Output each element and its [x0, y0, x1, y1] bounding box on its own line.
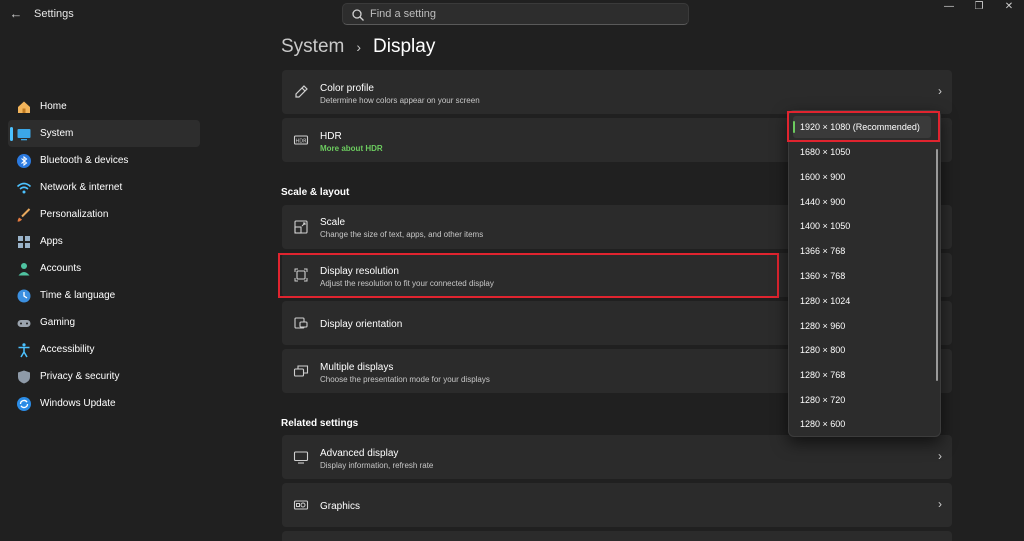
multiple-displays-icon	[293, 365, 309, 377]
search-box[interactable]	[342, 3, 689, 25]
page-title: Display	[373, 36, 436, 57]
wifi-icon	[16, 182, 32, 193]
sidebar-item-label: Privacy & security	[40, 371, 120, 382]
minimize-icon[interactable]: —	[934, 0, 964, 14]
search-input[interactable]	[370, 6, 670, 22]
card-title: HDR	[320, 131, 342, 142]
graphics-card-icon	[293, 500, 309, 510]
app-title: Settings	[34, 8, 74, 20]
resolution-option[interactable]: 1280 × 1024	[793, 290, 931, 312]
sidebar-item-label: Time & language	[40, 290, 116, 301]
title-bar: ← Settings — ❐ ✕	[0, 0, 1024, 30]
chevron-right-icon: ›	[938, 84, 942, 98]
section-title-scale-layout: Scale & layout	[281, 187, 350, 198]
card-title: Multiple displays	[320, 362, 394, 373]
highlight-recommended-resolution	[787, 111, 940, 142]
sidebar-item-label: Gaming	[40, 317, 76, 328]
globe-clock-icon	[17, 289, 31, 302]
resolution-option[interactable]: 1280 × 768	[793, 364, 931, 386]
sidebar-item-bluetooth[interactable]: Bluetooth & devices	[8, 147, 200, 174]
card-title: Advanced display	[320, 448, 399, 459]
breadcrumb-separator: ›	[356, 39, 362, 55]
sidebar-item-accounts[interactable]: Accounts	[8, 255, 200, 282]
sidebar-item-label: Home	[40, 101, 67, 112]
sidebar-item-label: System	[40, 128, 74, 139]
sidebar-item-network[interactable]: Network & internet	[8, 174, 200, 201]
resolution-option[interactable]: 1280 × 720	[793, 389, 931, 411]
shield-icon	[18, 370, 30, 383]
resolution-option[interactable]: 1360 × 768	[793, 265, 931, 287]
orientation-icon	[294, 317, 308, 329]
svg-text:HDR: HDR	[295, 138, 307, 144]
sidebar-item-label: Apps	[40, 236, 63, 247]
person-icon	[18, 262, 30, 275]
brush-icon	[17, 207, 31, 222]
search-icon	[352, 9, 364, 21]
sidebar-item-system[interactable]: System	[8, 120, 200, 147]
sidebar-item-label: Personalization	[40, 209, 109, 220]
system-icon	[17, 128, 31, 140]
hdr-icon: HDR	[293, 135, 309, 145]
more-about-hdr-link[interactable]: More about HDR	[320, 144, 383, 153]
color-profile-card[interactable]: Color profile Determine how colors appea…	[282, 70, 952, 114]
sidebar-item-windows-update[interactable]: Windows Update	[8, 390, 200, 417]
resolution-option[interactable]: 1280 × 600	[793, 413, 931, 435]
accessibility-icon	[18, 342, 30, 357]
section-title-related-settings: Related settings	[281, 418, 359, 429]
window-controls: — ❐ ✕	[934, 0, 1024, 14]
home-icon	[18, 101, 30, 113]
card-subtitle: Change the size of text, apps, and other…	[320, 230, 484, 239]
sidebar-item-apps[interactable]: Apps	[8, 228, 200, 255]
advanced-display-card[interactable]: Advanced display Display information, re…	[282, 435, 952, 479]
sidebar-item-label: Network & internet	[40, 182, 123, 193]
sidebar-item-time-language[interactable]: Time & language	[8, 282, 200, 309]
breadcrumb-system[interactable]: System	[281, 36, 344, 58]
monitor-icon	[293, 451, 309, 464]
sidebar-item-label: Accessibility	[40, 344, 95, 355]
sidebar-item-label: Bluetooth & devices	[40, 155, 129, 166]
sidebar-nav: Home System Bluetooth & devices Network …	[8, 93, 200, 417]
resolution-option[interactable]: 1400 × 1050	[793, 215, 931, 237]
resolution-option[interactable]: 1440 × 900	[793, 191, 931, 213]
scale-icon	[294, 220, 308, 234]
card-subtitle: Determine how colors appear on your scre…	[320, 96, 480, 105]
back-arrow-icon[interactable]: ←	[8, 5, 24, 23]
close-icon[interactable]: ✕	[994, 0, 1024, 14]
eyedropper-icon	[295, 85, 308, 98]
resolution-dropdown[interactable]: 1920 × 1080 (Recommended) 1680 × 1050 16…	[788, 110, 941, 437]
sidebar-item-personalization[interactable]: Personalization	[8, 201, 200, 228]
restore-icon[interactable]: ❐	[964, 0, 994, 14]
chevron-right-icon: ›	[938, 497, 942, 511]
resolution-option[interactable]: 1366 × 768	[793, 240, 931, 262]
resolution-option[interactable]: 1280 × 800	[793, 339, 931, 361]
controller-icon	[17, 319, 31, 327]
card-subtitle: Display information, refresh rate	[320, 461, 434, 470]
sidebar-item-gaming[interactable]: Gaming	[8, 309, 200, 336]
update-icon	[17, 396, 31, 411]
resolution-option[interactable]: 1280 × 960	[793, 315, 931, 337]
sidebar-item-accessibility[interactable]: Accessibility	[8, 336, 200, 363]
breadcrumb: System › Display	[281, 36, 435, 58]
apps-icon	[18, 235, 30, 248]
dropdown-scrollbar[interactable]	[936, 149, 938, 381]
sidebar-item-label: Windows Update	[40, 398, 116, 409]
sidebar-item-privacy-security[interactable]: Privacy & security	[8, 363, 200, 390]
resolution-option[interactable]: 1680 × 1050	[793, 141, 931, 163]
settings-card-partial[interactable]	[282, 531, 952, 541]
sidebar-item-home[interactable]: Home	[8, 93, 200, 120]
chevron-right-icon: ›	[938, 449, 942, 463]
card-title: Display orientation	[320, 319, 403, 330]
card-title: Scale	[320, 217, 346, 228]
card-title: Color profile	[320, 83, 374, 94]
card-title: Graphics	[320, 501, 361, 512]
sidebar-item-label: Accounts	[40, 263, 82, 274]
highlight-display-resolution	[278, 253, 779, 298]
bluetooth-icon	[17, 153, 31, 168]
graphics-card[interactable]: Graphics ›	[282, 483, 952, 527]
card-subtitle: Choose the presentation mode for your di…	[320, 375, 490, 384]
resolution-option[interactable]: 1600 × 900	[793, 166, 931, 188]
